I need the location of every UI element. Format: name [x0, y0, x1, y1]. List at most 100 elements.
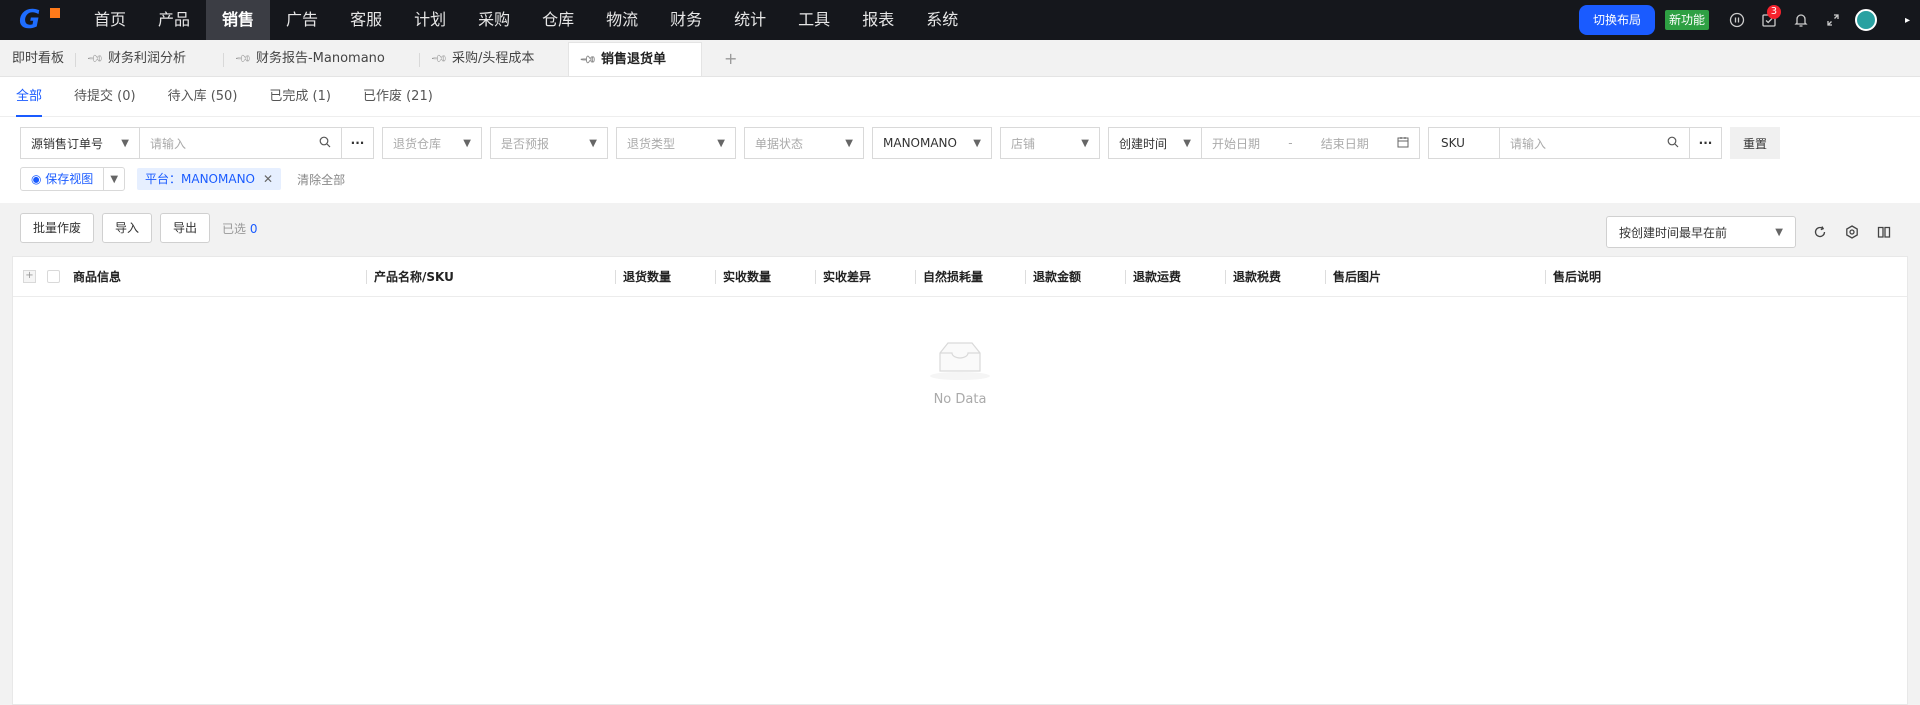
more-options-button[interactable]: ···	[342, 127, 374, 159]
status-tab-pending-inbound[interactable]: 待入库 (50)	[168, 77, 238, 117]
refresh-icon[interactable]	[1805, 217, 1835, 247]
tab-label: 采购/头程成本	[451, 51, 535, 66]
pin-icon[interactable]: 📌︎	[78, 42, 112, 76]
nav-item-statistics[interactable]: 统计	[718, 0, 782, 40]
start-date-field[interactable]: 开始日期	[1212, 135, 1260, 152]
add-tab-button[interactable]: +	[702, 42, 759, 76]
pin-icon[interactable]: 📌︎	[226, 42, 260, 76]
select-all-checkbox[interactable]	[47, 270, 60, 283]
date-range-picker[interactable]: 开始日期 - 结束日期	[1202, 127, 1420, 159]
tab-label: 财务报告-Manomano	[255, 51, 385, 66]
col-refund-tax: 退款税费	[1224, 257, 1281, 297]
app-logo[interactable]: G	[0, 0, 78, 40]
nav-item-purchase[interactable]: 采购	[462, 0, 526, 40]
order-number-placeholder: 请输入	[150, 136, 187, 151]
order-type-label: 源销售订单号	[31, 136, 104, 151]
pin-icon[interactable]: 📌︎	[422, 42, 456, 76]
search-icon[interactable]	[1667, 136, 1679, 151]
eye-icon: ◉	[31, 172, 46, 186]
bell-icon[interactable]	[1785, 0, 1817, 40]
platform-value: MANOMANO	[883, 136, 957, 150]
fullscreen-icon[interactable]	[1817, 0, 1849, 40]
forecast-select[interactable]: 是否预报 ▼	[490, 127, 608, 159]
nav-item-ads[interactable]: 广告	[270, 0, 334, 40]
user-avatar[interactable]	[1854, 9, 1877, 31]
pin-icon[interactable]: 📌︎	[571, 43, 605, 77]
clear-all-link[interactable]: 清除全部	[297, 171, 345, 188]
tab-dashboard[interactable]: 即时看板	[0, 42, 77, 76]
new-feature-button[interactable]: 新功能	[1664, 10, 1709, 30]
sku-more-button[interactable]: ···	[1690, 127, 1722, 159]
nav-item-sales[interactable]: 销售	[206, 0, 271, 40]
selected-label: 已选	[222, 221, 247, 236]
chevron-down-icon: ▼	[717, 137, 725, 149]
calendar-icon[interactable]	[1397, 136, 1409, 151]
reset-button[interactable]: 重置	[1730, 127, 1780, 159]
batch-void-button[interactable]: 批量作废	[20, 213, 95, 243]
expand-all-icon[interactable]: +	[23, 270, 36, 283]
return-type-select[interactable]: 退货类型 ▼	[616, 127, 736, 159]
nav-item-warehouse[interactable]: 仓库	[526, 0, 590, 40]
col-received-qty: 实收数量	[714, 257, 771, 297]
status-tab-voided[interactable]: 已作废 (21)	[363, 77, 433, 117]
doc-status-select[interactable]: 单据状态 ▼	[744, 127, 864, 159]
shop-select[interactable]: 店铺 ▼	[1000, 127, 1100, 159]
empty-text: No Data	[933, 392, 987, 407]
book-icon[interactable]	[1869, 217, 1899, 247]
nav-item-service[interactable]: 客服	[334, 0, 398, 40]
switch-layout-button[interactable]: 切换布局	[1578, 5, 1655, 35]
status-tab-all[interactable]: 全部	[16, 77, 43, 117]
save-view-button[interactable]: ◉ 保存视图 ▼	[20, 167, 126, 191]
time-type-select[interactable]: 创建时间 ▼	[1108, 127, 1202, 159]
empty-box-icon	[13, 337, 1907, 384]
order-number-input[interactable]: 请输入	[140, 127, 342, 159]
tab-purchase-cost[interactable]: 📌︎ 采购/头程成本	[420, 42, 568, 76]
sort-value: 按创建时间最早在前	[1619, 225, 1728, 240]
status-tab-completed[interactable]: 已完成 (1)	[269, 77, 331, 117]
export-button[interactable]: 导出	[160, 213, 211, 243]
search-icon[interactable]	[319, 136, 331, 151]
task-icon[interactable]: 3	[1753, 0, 1785, 40]
chip-label: 平台：MANOMANO	[145, 172, 255, 186]
nav-item-home[interactable]: 首页	[78, 0, 142, 40]
tab-finance-report[interactable]: 📌︎ 财务报告-Manomano	[224, 42, 421, 76]
settings-icon[interactable]	[1837, 217, 1867, 247]
nav-item-reports[interactable]: 报表	[846, 0, 910, 40]
sku-type-select[interactable]: SKU	[1428, 127, 1500, 159]
nav-item-logistics[interactable]: 物流	[590, 0, 654, 40]
import-button[interactable]: 导入	[102, 213, 153, 243]
nav-item-product[interactable]: 产品	[142, 0, 206, 40]
nav-item-tools[interactable]: 工具	[782, 0, 846, 40]
end-date-field[interactable]: 结束日期	[1321, 135, 1369, 152]
selected-count: 已选 0	[222, 220, 257, 237]
tab-label: 财务利润分析	[107, 51, 186, 66]
date-separator: -	[1288, 136, 1293, 150]
pause-icon[interactable]	[1721, 0, 1753, 40]
order-type-select[interactable]: 源销售订单号 ▼	[20, 127, 140, 159]
sku-input[interactable]: 请输入	[1500, 127, 1690, 159]
nav-item-plan[interactable]: 计划	[398, 0, 462, 40]
chevron-down-icon: ▼	[1183, 137, 1191, 149]
chevron-down-icon[interactable]: ▼	[104, 174, 124, 185]
sort-select[interactable]: 按创建时间最早在前 ▼	[1606, 216, 1796, 248]
nav-item-finance[interactable]: 财务	[654, 0, 718, 40]
col-received-diff: 实收差异	[814, 257, 871, 297]
time-type-label: 创建时间	[1119, 136, 1168, 151]
status-tabs: 全部 待提交 (0) 待入库 (50) 已完成 (1) 已作废 (21)	[0, 77, 1920, 117]
empty-state: No Data	[13, 337, 1907, 407]
tab-profit-analysis[interactable]: 📌︎ 财务利润分析	[76, 42, 225, 76]
table-header: + 商品信息 产品名称/SKU 退货数量 实收数量 实收差异 自然损耗量 退款金…	[13, 257, 1907, 297]
status-tab-pending-submit[interactable]: 待提交 (0)	[74, 77, 136, 117]
col-aftersale-notes: 售后说明	[1544, 257, 1601, 297]
platform-filter-chip: 平台：MANOMANO ✕	[137, 168, 282, 190]
close-icon[interactable]: ✕	[263, 172, 273, 186]
nav-item-system[interactable]: 系统	[910, 0, 974, 40]
col-product-name-sku: 产品名称/SKU	[366, 257, 454, 297]
warehouse-select[interactable]: 退货仓库 ▼	[382, 127, 482, 159]
col-return-qty: 退货数量	[614, 257, 671, 297]
chevron-down-icon: ▼	[463, 137, 471, 149]
platform-select[interactable]: MANOMANO ▼	[872, 127, 992, 159]
tab-sales-return[interactable]: 📌︎ 销售退货单	[568, 42, 703, 77]
save-view-label: 保存视图	[45, 172, 94, 186]
caret-right-icon[interactable]: ▸	[1905, 15, 1910, 26]
